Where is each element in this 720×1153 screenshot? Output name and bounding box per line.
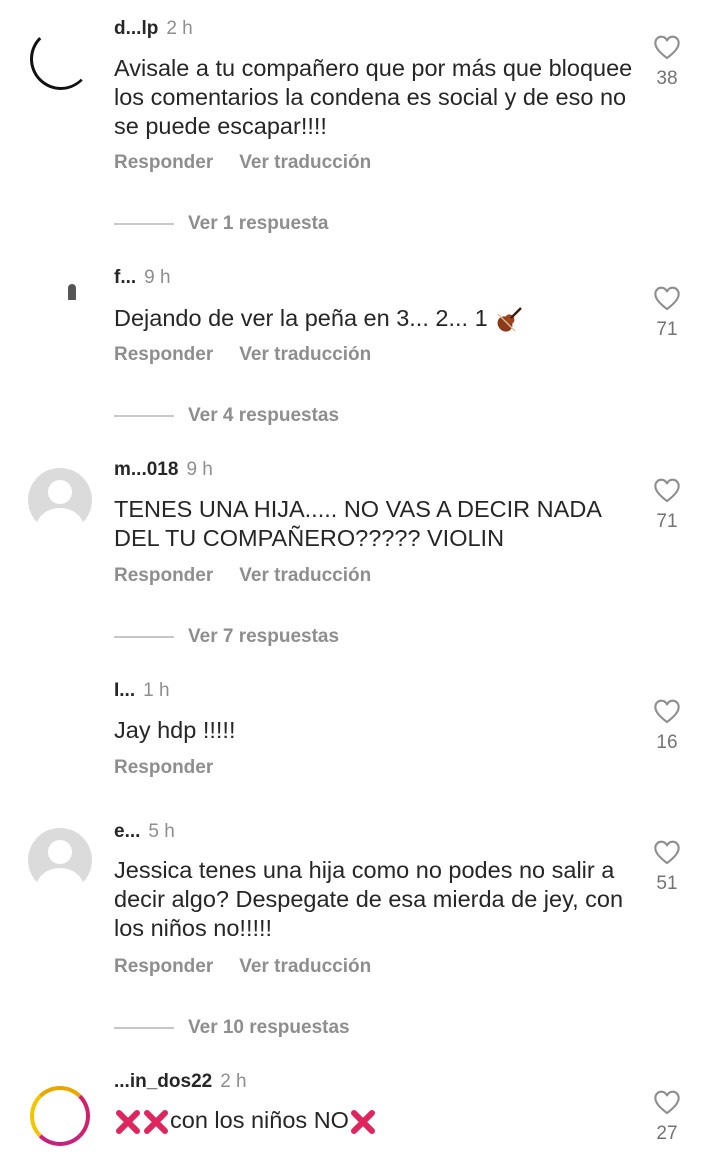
divider-line xyxy=(114,636,174,638)
timestamp: 1 h xyxy=(143,680,170,701)
cross-mark-icon xyxy=(116,1109,140,1134)
reply-button[interactable]: Responder xyxy=(114,152,213,173)
avatar-placeholder-body xyxy=(36,508,84,532)
reply-button[interactable]: Responder xyxy=(114,565,213,586)
translate-button[interactable]: Ver traducción xyxy=(239,565,371,586)
comment-actions: Responder Ver traducción xyxy=(114,565,397,587)
cross-mark-icon xyxy=(350,1109,375,1134)
timestamp: 2 h xyxy=(220,1071,247,1092)
comment-meta: I... 1 h xyxy=(114,680,170,702)
timestamp: 9 h xyxy=(144,267,171,288)
comment-text: con los niños NO xyxy=(114,1106,634,1136)
avatar[interactable] xyxy=(28,274,92,338)
comment-actions: Responder xyxy=(114,757,239,779)
comment-text-body: con los niños NO xyxy=(170,1107,349,1133)
avatar[interactable] xyxy=(28,828,92,892)
heart-icon[interactable] xyxy=(653,1089,681,1115)
avatar-image xyxy=(68,284,76,300)
view-replies-button[interactable]: Ver 7 respuestas xyxy=(114,626,339,648)
comment-text-body: Dejando de ver la peña en 3... 2... 1 xyxy=(114,305,488,331)
reply-button[interactable]: Responder xyxy=(114,344,213,365)
comment-meta: m...018 9 h xyxy=(114,459,213,481)
avatar-placeholder-body xyxy=(36,868,84,892)
view-replies-label: Ver 7 respuestas xyxy=(188,626,340,647)
username[interactable]: m...018 xyxy=(114,459,178,480)
like-count: 38 xyxy=(656,68,678,89)
heart-icon[interactable] xyxy=(653,34,681,60)
heart-icon[interactable] xyxy=(653,698,681,724)
heart-icon[interactable] xyxy=(653,839,681,865)
like-group: 16 xyxy=(640,698,694,754)
avatar[interactable] xyxy=(28,468,92,532)
view-replies-label: Ver 1 respuesta xyxy=(188,213,329,234)
cross-mark-icon xyxy=(144,1109,168,1134)
divider-line xyxy=(114,1027,174,1029)
reply-button[interactable]: Responder xyxy=(114,757,213,778)
reply-button[interactable]: Responder xyxy=(114,956,213,977)
like-group: 27 xyxy=(640,1089,694,1145)
comment-meta: ...in_dos22 2 h xyxy=(114,1071,247,1093)
violin-emoji xyxy=(497,306,523,332)
comment-text: Jay hdp !!!!! xyxy=(114,717,236,743)
translate-button[interactable]: Ver traducción xyxy=(239,956,371,977)
story-ring xyxy=(30,1086,90,1146)
avatar-image xyxy=(30,28,92,90)
like-count: 71 xyxy=(656,511,678,532)
comment-actions: Responder Ver traducción xyxy=(114,152,397,174)
like-count: 27 xyxy=(656,1123,678,1144)
like-group: 71 xyxy=(640,477,694,533)
comment-text: TENES UNA HIJA..... NO VAS A DECIR NADA … xyxy=(114,496,601,551)
username[interactable]: d...lp xyxy=(114,18,158,39)
username[interactable]: f... xyxy=(114,267,136,288)
like-count: 51 xyxy=(656,873,678,894)
comment-text: Jessica tenes una hija como no podes no … xyxy=(114,857,624,941)
divider-line xyxy=(114,223,174,225)
like-count: 71 xyxy=(656,319,678,340)
comment-meta: d...lp 2 h xyxy=(114,18,193,40)
timestamp: 9 h xyxy=(186,459,213,480)
comment-actions: Responder Ver traducción xyxy=(114,956,397,978)
avatar-placeholder-head xyxy=(48,480,72,504)
username[interactable]: I... xyxy=(114,680,135,701)
avatar-placeholder-head xyxy=(48,840,72,864)
timestamp: 5 h xyxy=(148,821,175,842)
avatar[interactable] xyxy=(28,1082,92,1146)
translate-button[interactable]: Ver traducción xyxy=(239,344,371,365)
like-group: 38 xyxy=(640,34,694,90)
avatar[interactable] xyxy=(28,26,92,90)
like-group: 51 xyxy=(640,839,694,895)
view-replies-button[interactable]: Ver 10 respuestas xyxy=(114,1017,350,1039)
username[interactable]: ...in_dos22 xyxy=(114,1071,212,1092)
view-replies-label: Ver 10 respuestas xyxy=(188,1017,350,1038)
divider-line xyxy=(114,415,174,417)
view-replies-button[interactable]: Ver 4 respuestas xyxy=(114,405,339,427)
heart-icon[interactable] xyxy=(653,477,681,503)
view-replies-button[interactable]: Ver 1 respuesta xyxy=(114,213,328,235)
heart-icon[interactable] xyxy=(653,285,681,311)
avatar[interactable] xyxy=(28,690,92,754)
comment-meta: e... 5 h xyxy=(114,821,175,843)
username[interactable]: e... xyxy=(114,821,140,842)
like-group: 71 xyxy=(640,285,694,341)
comment-meta: f... 9 h xyxy=(114,267,171,289)
comment-text: Avisale a tu compañero que por más que b… xyxy=(114,55,633,139)
translate-button[interactable]: Ver traducción xyxy=(239,152,371,173)
like-count: 16 xyxy=(656,732,678,753)
comment-actions: Responder Ver traducción xyxy=(114,344,397,366)
comment-text: Dejando de ver la peña en 3... 2... 1 xyxy=(114,304,634,335)
view-replies-label: Ver 4 respuestas xyxy=(188,405,340,426)
timestamp: 2 h xyxy=(166,18,193,39)
